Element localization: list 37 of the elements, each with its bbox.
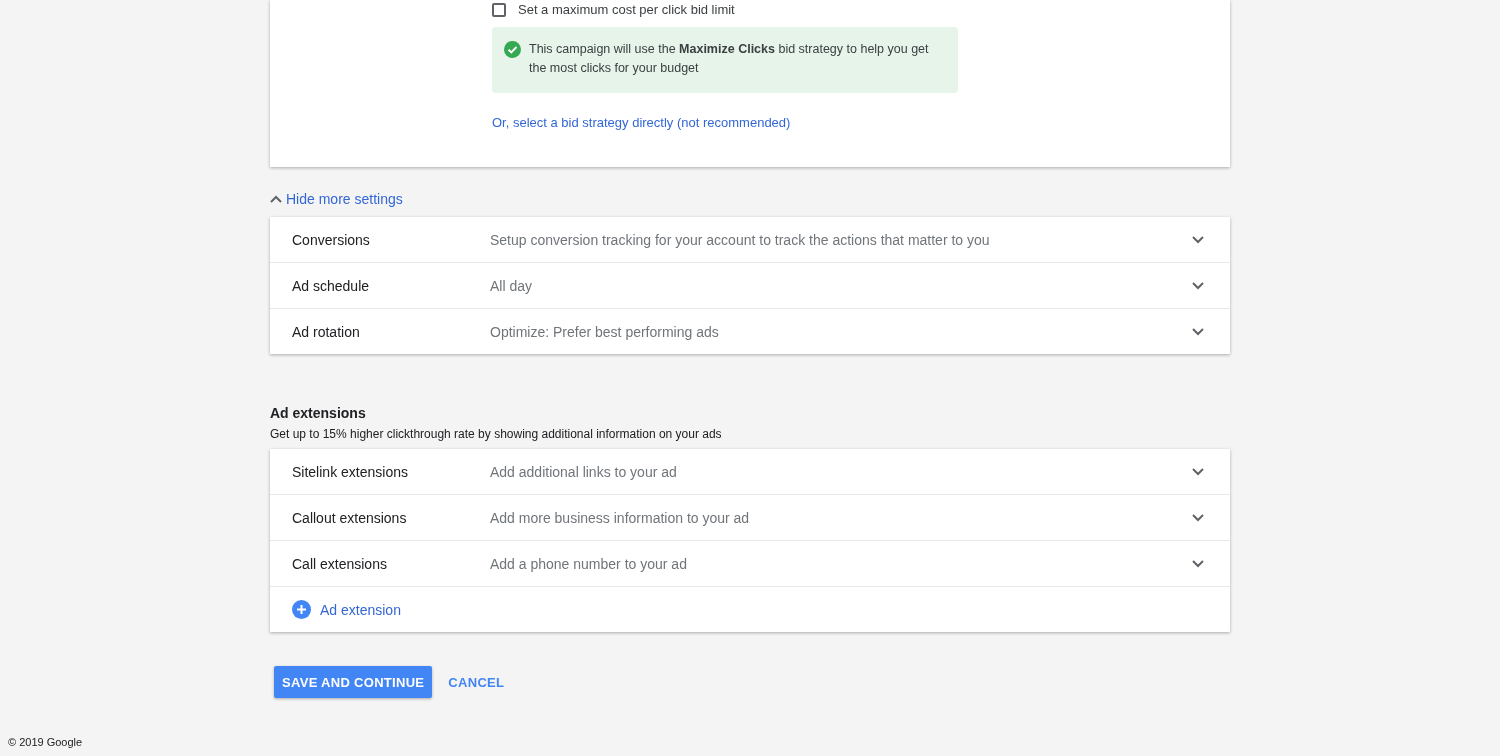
chevron-icon[interactable] [1192, 327, 1204, 336]
chevron-icon[interactable] [1192, 281, 1204, 290]
settings-row[interactable]: Ad schedule All day [270, 263, 1230, 309]
row-value: Optimize: Prefer best performing ads [490, 323, 720, 340]
row-value: Add a phone number to your ad [490, 555, 688, 572]
checkbox[interactable] [492, 2, 506, 17]
copyright-text: © 2019 Google [8, 736, 83, 748]
plus-circle-icon [292, 600, 311, 619]
hide-settings-toggle[interactable]: Hide more settings [270, 191, 403, 207]
section-subtitle: Get up to 15% higher clickthrough rate by showing additional information on your ads [270, 427, 723, 441]
row-label: Sitelink extensions [292, 463, 409, 480]
row-label: Ad rotation [292, 323, 361, 340]
row-value: All day [490, 277, 534, 294]
checkbox-label: Set a maximum cost per click bid limit [518, 2, 735, 17]
save-button[interactable]: SAVE AND CONTINUE [274, 666, 433, 698]
banner-text: This campaign will use the Maximize Clicks bid strategy to help you get the most clicks for your budget [529, 41, 930, 77]
settings-row[interactable]: Callout extensions Add more business information to your ad [270, 495, 1230, 541]
row-label: Callout extensions [292, 509, 408, 526]
row-value: Setup conversion tracking for your account to track the actions that matter to you [490, 231, 991, 248]
settings-row[interactable]: Ad rotation Optimize: Prefer best performing ads [270, 309, 1230, 354]
row-label: Ad schedule [292, 277, 371, 294]
chevron-icon[interactable] [1192, 235, 1204, 244]
chevron-icon[interactable] [1192, 559, 1204, 568]
settings-row[interactable]: Sitelink extensions Add additional links to your ad [270, 449, 1230, 495]
chevron-icon[interactable] [1192, 513, 1204, 522]
chevron-icon[interactable] [270, 195, 282, 203]
row-value: Add more business information to your ad [490, 509, 751, 526]
bid-strategy-link[interactable]: Or, select a bid strategy directly (not recommended) [492, 115, 791, 130]
settings-row[interactable]: Call extensions Add a phone number to your ad [270, 541, 1230, 587]
row-value: Add additional links to your ad [490, 463, 678, 480]
add-extension-link[interactable]: Ad extension [292, 600, 401, 619]
check-circle-icon [504, 41, 521, 58]
row-label: Conversions [292, 231, 371, 248]
chevron-icon[interactable] [1192, 467, 1204, 476]
settings-row[interactable]: Conversions Setup conversion tracking for your account to track the actions that matter to you [270, 217, 1230, 263]
row-label: Call extensions [292, 555, 388, 572]
section-title: Ad extensions [270, 405, 367, 421]
